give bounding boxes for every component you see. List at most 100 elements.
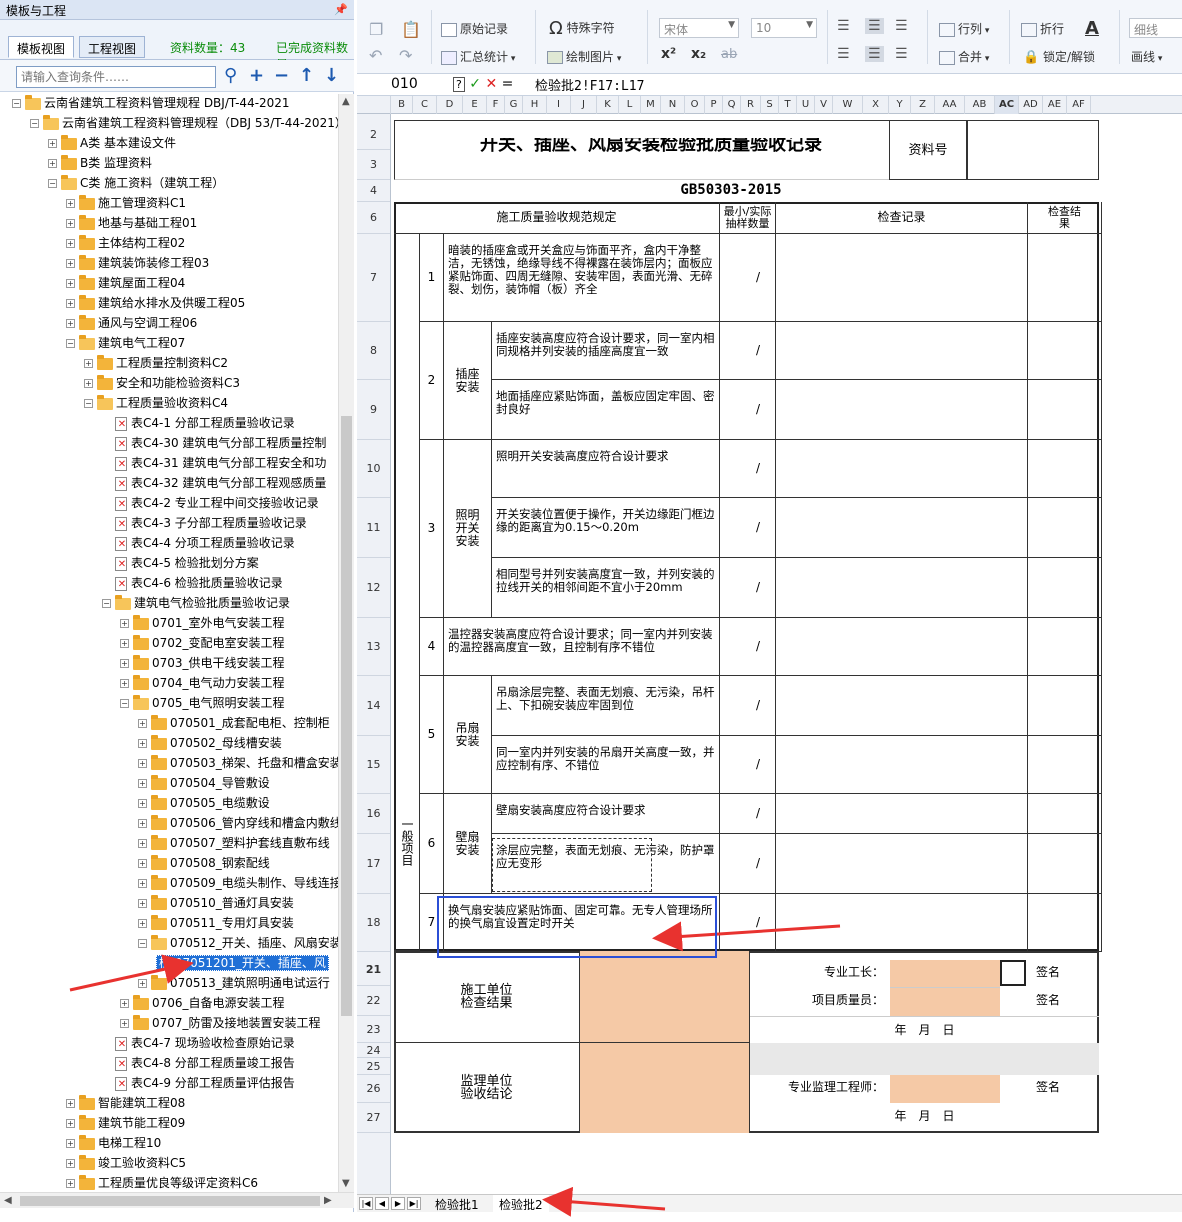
column-header[interactable]: AC xyxy=(995,96,1019,114)
column-header[interactable]: M xyxy=(641,96,661,114)
result-cell[interactable] xyxy=(1028,618,1102,676)
column-header[interactable]: G xyxy=(505,96,523,114)
result-cell[interactable] xyxy=(1028,440,1102,498)
check-record-cell[interactable] xyxy=(776,794,1028,834)
align-center-icon[interactable]: ☰ xyxy=(865,18,884,34)
move-down-icon[interactable]: ↓ xyxy=(324,65,339,86)
expand-icon[interactable]: + xyxy=(138,759,147,768)
tree-folder-item[interactable]: + 电梯工程10 xyxy=(66,1134,161,1154)
column-header[interactable]: F xyxy=(487,96,505,114)
tab-project-view[interactable]: 工程视图 xyxy=(79,36,146,58)
expand-icon[interactable]: + xyxy=(66,239,75,248)
tree-document-item[interactable]: 表C4-9 分部工程质量评估报告 xyxy=(102,1074,295,1094)
valign-top-icon[interactable]: ☰ xyxy=(837,46,850,62)
expand-icon[interactable]: + xyxy=(138,899,147,908)
tree-folder-item[interactable]: − 云南省建筑工程资料管理规程（DBJ 53/T-44-2021） xyxy=(30,114,338,134)
column-header[interactable]: H xyxy=(523,96,547,114)
expand-icon[interactable]: + xyxy=(120,999,129,1008)
expand-icon[interactable]: + xyxy=(138,879,147,888)
row-header[interactable]: 17 xyxy=(357,834,390,894)
expand-icon[interactable]: + xyxy=(66,1119,75,1128)
expand-icon[interactable]: + xyxy=(66,279,75,288)
tree-folder-item[interactable]: + 主体结构工程02 xyxy=(66,234,185,254)
cancel-icon[interactable]: ✕ xyxy=(485,76,497,92)
help-icon[interactable]: ? xyxy=(453,77,465,92)
strikethrough-button[interactable]: ab xyxy=(721,47,737,62)
tree-folder-item[interactable]: +070502_母线槽安装 xyxy=(138,734,282,754)
tree-document-item[interactable]: 表C4-7 现场验收检查原始记录 xyxy=(102,1034,295,1054)
quality-value[interactable] xyxy=(890,988,1000,1016)
draw-line-button[interactable]: 画线 ▾ xyxy=(1131,48,1162,65)
tree-horizontal-scrollbar[interactable]: ◀ ▶ xyxy=(0,1192,354,1208)
font-color-icon[interactable]: A xyxy=(1085,18,1099,39)
copy-icon[interactable]: ❐ xyxy=(369,20,383,39)
tree-folder-item[interactable]: +0707_防雷及接地装置安装工程 xyxy=(120,1014,321,1034)
column-header[interactable]: AD xyxy=(1019,96,1043,114)
row-header[interactable]: 7 xyxy=(357,234,390,322)
expand-icon[interactable]: + xyxy=(66,1099,75,1108)
tree-vertical-scrollbar[interactable]: ▲ ▼ xyxy=(338,94,354,1192)
tree-folder-item[interactable]: +070503_梯架、托盘和槽盒安装 xyxy=(138,754,338,774)
scroll-right-icon[interactable]: ▶ xyxy=(324,1195,332,1206)
expand-icon[interactable]: + xyxy=(138,979,147,988)
row-header[interactable]: 25 xyxy=(357,1058,390,1075)
tree-folder-item[interactable]: + 建筑节能工程09 xyxy=(66,1114,185,1134)
tree-folder-item[interactable]: +070513_建筑照明通电试运行 xyxy=(138,974,330,994)
scroll-up-icon[interactable]: ▲ xyxy=(342,96,350,107)
undo-icon[interactable]: ↶ xyxy=(369,46,382,65)
expand-icon[interactable]: + xyxy=(66,199,75,208)
collapse-icon[interactable]: − xyxy=(138,939,147,948)
sample-cell[interactable]: / xyxy=(720,676,776,736)
tree-document-item[interactable]: 表C4-5 检验批划分方案 xyxy=(102,554,259,574)
tree-folder-item[interactable]: +0704_电气动力安装工程 xyxy=(120,674,285,694)
check-record-cell[interactable] xyxy=(776,894,1028,952)
tree-selected-item[interactable]: 检 07051201_开关、插座、风 xyxy=(156,954,329,974)
search-input[interactable] xyxy=(16,66,216,88)
special-char-button[interactable]: Ω 特殊字符 xyxy=(549,18,615,39)
check-record-cell[interactable] xyxy=(776,440,1028,498)
scroll-thumb-h[interactable] xyxy=(20,1196,320,1206)
result-cell[interactable] xyxy=(1028,322,1102,380)
column-header[interactable]: P xyxy=(705,96,723,114)
row-header[interactable]: 11 xyxy=(357,498,390,558)
tree-document-item[interactable]: 表C4-8 分部工程质量竣工报告 xyxy=(102,1054,295,1074)
row-header[interactable]: 2 xyxy=(357,120,390,150)
tree-document-item[interactable]: 表C4-2 专业工程中间交接验收记录 xyxy=(102,494,319,514)
expand-icon[interactable]: + xyxy=(120,659,129,668)
superscript-button[interactable]: x² xyxy=(661,46,676,62)
expand-icon[interactable]: + xyxy=(138,839,147,848)
row-header[interactable]: 13 xyxy=(357,618,390,676)
expand-icon[interactable]: + xyxy=(66,299,75,308)
tree-folder-item[interactable]: +070504_导管敷设 xyxy=(138,774,270,794)
selected-cell-cursor[interactable] xyxy=(1000,960,1026,986)
expand-icon[interactable]: + xyxy=(66,1159,75,1168)
supervisor-engineer-value[interactable] xyxy=(890,1075,1000,1103)
move-up-icon[interactable]: ↑ xyxy=(299,65,314,86)
expand-icon[interactable]: + xyxy=(120,1019,129,1028)
expand-icon[interactable]: + xyxy=(138,739,147,748)
tree-folder-item[interactable]: + 地基与基础工程01 xyxy=(66,214,197,234)
sample-cell[interactable]: / xyxy=(720,440,776,498)
row-header[interactable]: 15 xyxy=(357,736,390,794)
column-header[interactable]: B xyxy=(391,96,413,114)
sample-cell[interactable]: / xyxy=(720,736,776,794)
tree-folder-item[interactable]: + 建筑装饰装修工程03 xyxy=(66,254,209,274)
column-header[interactable]: N xyxy=(661,96,685,114)
expand-icon[interactable]: + xyxy=(66,259,75,268)
row-header[interactable]: 27 xyxy=(357,1103,390,1133)
expand-icon[interactable]: + xyxy=(48,159,57,168)
tree-document-item[interactable]: 表C4-6 检验批质量验收记录 xyxy=(102,574,283,594)
expand-icon[interactable]: + xyxy=(120,619,129,628)
draw-image-button[interactable]: 绘制图片 ▾ xyxy=(547,48,621,65)
result-cell[interactable] xyxy=(1028,380,1102,440)
result-cell[interactable] xyxy=(1028,894,1102,952)
tree-folder-item[interactable]: − 0705_电气照明安装工程 xyxy=(120,694,285,714)
row-header[interactable]: 18 xyxy=(357,894,390,952)
result-cell[interactable] xyxy=(1028,234,1102,322)
sample-cell[interactable]: / xyxy=(720,322,776,380)
tree-folder-item[interactable]: +070510_普通灯具安装 xyxy=(138,894,294,914)
pin-icon[interactable]: 📌 xyxy=(334,3,348,16)
sample-cell[interactable]: / xyxy=(720,894,776,952)
tree-document-item[interactable]: 表C4-32 建筑电气分部工程观感质量 xyxy=(102,474,326,494)
sheet-tab-1[interactable]: 检验批1 xyxy=(429,1195,485,1212)
